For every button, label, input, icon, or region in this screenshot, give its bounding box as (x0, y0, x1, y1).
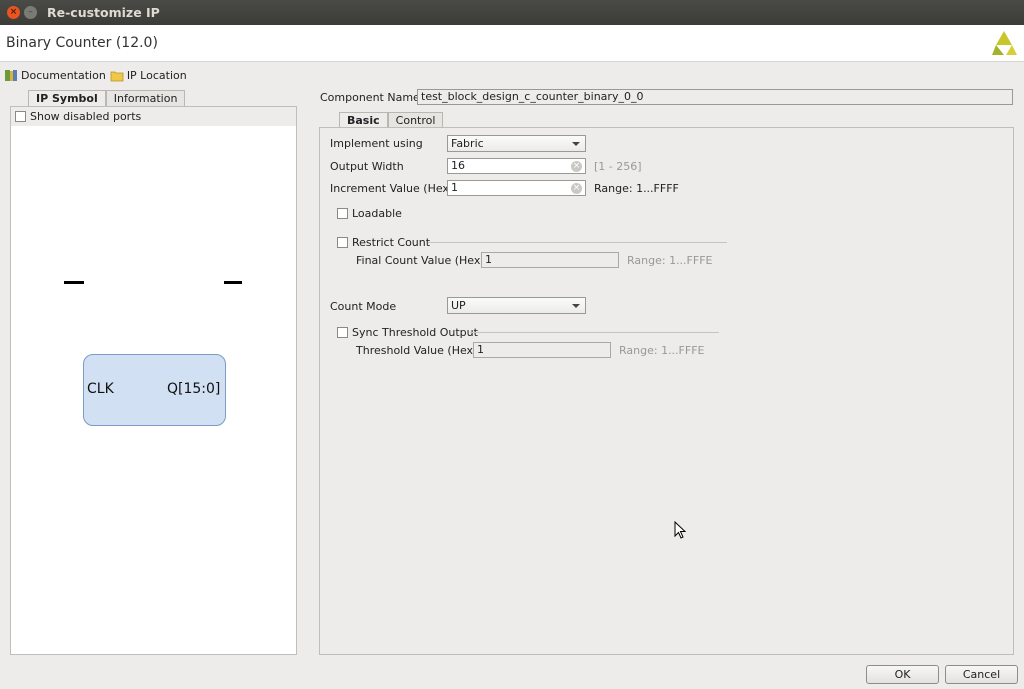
component-name-label: Component Name (320, 91, 420, 104)
count-mode-select[interactable]: UP (447, 297, 586, 314)
documentation-link[interactable]: Documentation (4, 69, 106, 82)
sync-threshold-option: Sync Threshold Output (337, 326, 478, 339)
ip-location-link[interactable]: IP Location (110, 69, 187, 82)
output-width-input[interactable]: 16 × (447, 158, 586, 174)
config-tabs: Basic Control (339, 112, 444, 128)
implement-using-select[interactable]: Fabric (447, 135, 586, 152)
final-count-input[interactable]: 1 (481, 252, 619, 268)
threshold-value-input[interactable]: 1 (473, 342, 611, 358)
output-width-hint: [1 - 256] (594, 160, 642, 173)
tab-basic[interactable]: Basic (339, 112, 388, 128)
symbol-options: Show disabled ports (11, 107, 296, 126)
doc-links: Documentation IP Location (4, 67, 187, 83)
clear-icon[interactable]: × (571, 161, 582, 172)
sync-threshold-checkbox[interactable] (337, 327, 348, 338)
ip-location-label: IP Location (126, 68, 187, 82)
clk-port-label: CLK (87, 381, 114, 397)
output-width-value: 16 (451, 159, 465, 172)
restrict-count-checkbox[interactable] (337, 237, 348, 248)
folder-icon (110, 71, 124, 81)
chevron-down-icon (572, 304, 580, 308)
loadable-checkbox[interactable] (337, 208, 348, 219)
restrict-count-label: Restrict Count (352, 236, 431, 249)
basic-tab-panel (319, 127, 1014, 655)
close-window-icon[interactable]: × (7, 6, 20, 19)
ip-title: Binary Counter (12.0) (6, 35, 158, 51)
show-disabled-ports-label: Show disabled ports (30, 110, 142, 123)
tab-information[interactable]: Information (105, 90, 186, 106)
minimize-window-icon[interactable]: – (24, 6, 37, 19)
ip-header: Binary Counter (12.0) (0, 25, 1024, 62)
ok-button[interactable]: OK (866, 665, 939, 684)
sync-threshold-label: Sync Threshold Output (352, 326, 478, 339)
final-count-hint: Range: 1...FFFE (627, 254, 713, 267)
sync-threshold-divider (470, 332, 719, 333)
count-mode-value: UP (451, 299, 466, 312)
implement-using-value: Fabric (451, 137, 484, 150)
threshold-value-label: Threshold Value (Hex) (356, 344, 478, 357)
clk-pin (64, 281, 84, 284)
left-panel-tabs: IP Symbol Information (28, 90, 186, 106)
threshold-value-hint: Range: 1...FFFE (619, 344, 705, 357)
window-titlebar: × – Re-customize IP (0, 0, 1024, 25)
mouse-cursor-icon (674, 521, 686, 539)
implement-using-label: Implement using (330, 137, 423, 150)
final-count-label: Final Count Value (Hex) (356, 254, 485, 267)
tab-ip-symbol[interactable]: IP Symbol (28, 90, 106, 106)
increment-value-hint: Range: 1...FFFF (594, 182, 679, 195)
chevron-down-icon (572, 142, 580, 146)
restrict-count-option: Restrict Count (337, 236, 430, 249)
clear-icon[interactable]: × (571, 183, 582, 194)
xilinx-logo-icon (992, 31, 1017, 55)
count-mode-label: Count Mode (330, 300, 397, 313)
loadable-option: Loadable (337, 207, 402, 220)
q-pin (224, 281, 242, 284)
component-name-field[interactable]: test_block_design_c_counter_binary_0_0 (417, 89, 1013, 105)
increment-value-value: 1 (451, 181, 458, 194)
q-port-label: Q[15:0] (167, 381, 221, 397)
output-width-label: Output Width (330, 160, 404, 173)
tab-control[interactable]: Control (387, 112, 444, 128)
cancel-button[interactable]: Cancel (945, 665, 1018, 684)
increment-value-label: Increment Value (Hex) (330, 182, 454, 195)
documentation-label: Documentation (21, 68, 106, 82)
increment-value-input[interactable]: 1 × (447, 180, 586, 196)
book-icon (5, 69, 17, 81)
loadable-label: Loadable (352, 207, 402, 220)
show-disabled-ports-checkbox[interactable] (15, 111, 26, 122)
restrict-count-divider (428, 242, 727, 243)
window-title: Re-customize IP (47, 5, 160, 20)
